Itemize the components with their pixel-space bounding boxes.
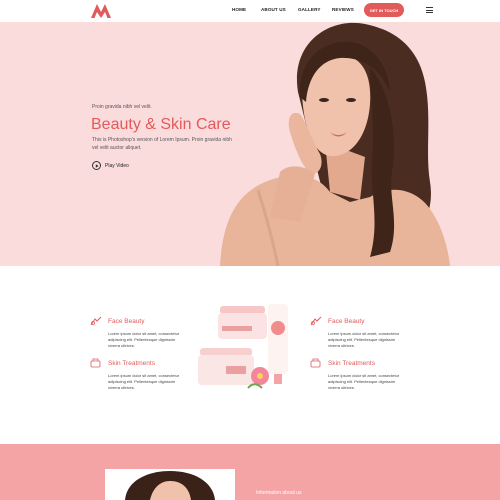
get-in-touch-button[interactable]: GET IN TOUCH — [364, 3, 404, 17]
hero-title: Beauty & Skin Care — [91, 116, 231, 133]
menu-icon[interactable] — [426, 7, 433, 13]
header: HOME ABOUT US GALLERY REVIEWS GET IN TOU… — [0, 0, 500, 22]
hero-description: This is Photoshop's version of Lorem Ips… — [92, 137, 232, 151]
play-video-button[interactable]: Play Video — [92, 161, 129, 170]
features-section: Face Beauty Lorem ipsum dolor sit amet, … — [0, 266, 500, 444]
feature-title: Face Beauty — [108, 317, 145, 325]
skincare-products-image — [198, 304, 288, 389]
nav-gallery[interactable]: GALLERY — [298, 7, 320, 12]
feature-text: Lorem ipsum dolor sit amet, consectetur … — [328, 373, 400, 390]
feature-text: Lorem ipsum dolor sit amet, consectetur … — [328, 331, 400, 348]
face-beauty-icon — [90, 316, 102, 326]
play-video-label: Play Video — [105, 162, 129, 169]
feature-title: Skin Treatments — [108, 359, 155, 367]
feature-skin-treatments-left: Skin Treatments Lorem ipsum dolor sit am… — [90, 358, 180, 390]
feature-title: Skin Treatments — [328, 359, 375, 367]
feature-skin-treatments-right: Skin Treatments Lorem ipsum dolor sit am… — [310, 358, 400, 390]
hero-section: Proin gravida nibh vel velit. Beauty & S… — [0, 22, 500, 266]
skin-treatment-icon — [310, 358, 321, 368]
play-icon — [92, 161, 101, 170]
feature-text: Lorem ipsum dolor sit amet, consectetur … — [108, 331, 180, 348]
about-photo-card — [105, 469, 235, 500]
feature-text: Lorem ipsum dolor sit amet, consectetur … — [108, 373, 180, 390]
feature-face-beauty-right: Face Beauty Lorem ipsum dolor sit amet, … — [310, 316, 400, 348]
about-band-text: Information about us — [256, 490, 302, 496]
nav-about-us[interactable]: ABOUT US — [261, 7, 286, 12]
nav-reviews[interactable]: REVIEWS — [332, 7, 354, 12]
face-beauty-icon — [310, 316, 322, 326]
about-band: Information about us — [0, 444, 500, 500]
hero-pretitle: Proin gravida nibh vel velit. — [92, 104, 152, 110]
hero-woman-image — [220, 22, 450, 266]
nav-home[interactable]: HOME — [232, 7, 246, 12]
skin-treatment-icon — [90, 358, 101, 368]
feature-title: Face Beauty — [328, 317, 365, 325]
about-photo-image — [125, 471, 215, 500]
logo-m-icon[interactable] — [90, 3, 112, 19]
feature-face-beauty-left: Face Beauty Lorem ipsum dolor sit amet, … — [90, 316, 180, 348]
